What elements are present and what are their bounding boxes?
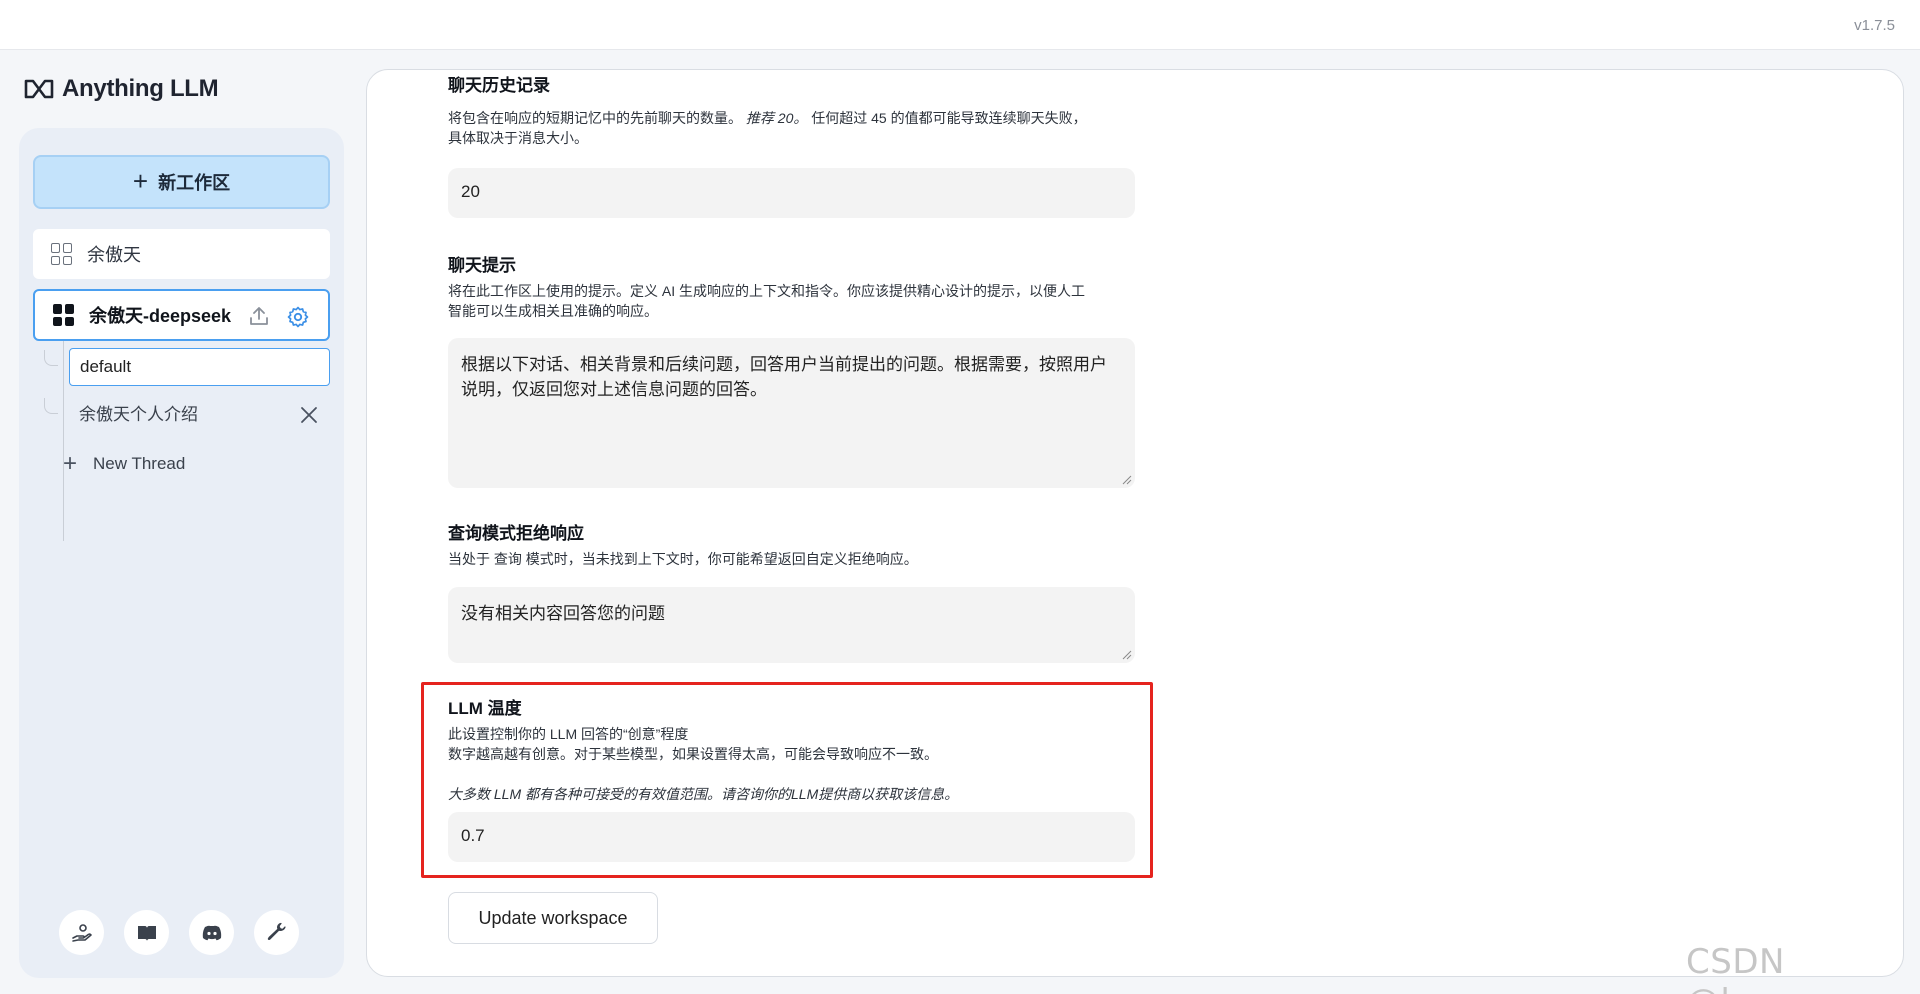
new-workspace-button[interactable]: + 新工作区 (33, 155, 330, 209)
workspace-item[interactable]: 余傲天 (33, 229, 330, 279)
thread-name-input[interactable]: default (69, 348, 330, 386)
workspace-item-active[interactable]: 余傲天-deepseek (33, 289, 330, 341)
thread-tree-branch (44, 398, 58, 414)
community-hub-icon (71, 923, 92, 942)
llm-temperature-note-text: 大多数 LLM 都有各种可接受的有效值范围。请咨询你的LLM提供商以获取该信息。 (448, 786, 959, 802)
plus-icon: + (132, 165, 149, 196)
workspace-grid-icon (51, 243, 73, 265)
chat-prompt-title: 聊天提示 (448, 256, 516, 275)
workspace-name: 余傲天-deepseek (89, 306, 232, 326)
chat-prompt-desc-text: 智能可以生成相关且准确的响应。 (448, 303, 658, 319)
version-label: v1.7.5 (1854, 17, 1895, 34)
gear-icon[interactable] (286, 305, 310, 329)
chat-history-input[interactable]: 20 (448, 168, 1135, 218)
llm-temperature-title: LLM 温度 (448, 699, 522, 718)
resize-handle-icon[interactable] (1122, 475, 1132, 485)
sidebar: + 新工作区 余傲天 余傲天-deepseek default 余傲天个人介绍 … (19, 128, 344, 978)
chat-history-recommend: 推荐 20。 (745, 110, 808, 126)
new-workspace-label: 新工作区 (158, 173, 231, 193)
sidebar-footer (59, 910, 299, 955)
llm-temperature-desc-text: 此设置控制你的 LLM 回答的“创意”程度 (448, 726, 689, 742)
settings-wrench-icon (267, 922, 286, 940)
workspace-grid-icon (53, 304, 75, 326)
top-bar: v1.7.5 (0, 0, 1920, 50)
settings-button[interactable] (254, 910, 299, 955)
workspace-name: 余傲天 (87, 245, 141, 265)
upload-icon[interactable] (248, 305, 270, 327)
chat-history-description: 将包含在响应的短期记忆中的先前聊天的数量。 推荐 20。 任何超过 45 的值都… (448, 108, 1148, 148)
query-refusal-title: 查询模式拒绝响应 (448, 524, 584, 543)
llm-temperature-note: 大多数 LLM 都有各种可接受的有效值范围。请咨询你的LLM提供商以获取该信息。 (448, 784, 1148, 804)
query-refusal-description: 当处于 查询 模式时，当未找到上下文时，你可能希望返回自定义拒绝响应。 (448, 551, 918, 567)
plus-icon: + (63, 450, 78, 477)
new-thread-label: New Thread (93, 454, 186, 473)
docs-book-icon (137, 925, 156, 941)
thread-name: 余傲天个人介绍 (79, 405, 198, 424)
llm-temperature-desc-text: 数字越高越有创意。对于某些模型，如果设置得太高，可能会导致响应不一致。 (448, 746, 938, 762)
resize-handle-icon[interactable] (1122, 650, 1132, 660)
thread-tree-branch (44, 350, 58, 366)
docs-button[interactable] (124, 910, 169, 955)
app-name: Anything LLM (62, 75, 219, 102)
workspace-settings-panel: 聊天历史记录 将包含在响应的短期记忆中的先前聊天的数量。 推荐 20。 任何超过… (366, 69, 1904, 977)
query-refusal-textarea[interactable]: 没有相关内容回答您的问题 (448, 587, 1135, 663)
chat-history-title: 聊天历史记录 (448, 76, 550, 95)
llm-temperature-input[interactable]: 0.7 (448, 812, 1135, 862)
new-thread-button[interactable]: + New Thread (63, 446, 185, 482)
update-workspace-button[interactable]: Update workspace (448, 892, 658, 944)
chat-prompt-desc-text: 将在此工作区上使用的提示。定义 AI 生成响应的上下文和指令。你应该提供精心设计… (448, 283, 1086, 299)
app-logo: Anything LLM (24, 74, 219, 104)
discord-button[interactable] (189, 910, 234, 955)
thread-item[interactable]: 余傲天个人介绍 (69, 396, 330, 434)
watermark: CSDN @kocor (1686, 942, 1815, 994)
chat-history-desc-text: 具体取决于消息大小。 (448, 130, 588, 146)
chat-history-desc-text: 任何超过 45 的值都可能导致连续聊天失败， (811, 110, 1087, 126)
chat-prompt-description: 将在此工作区上使用的提示。定义 AI 生成响应的上下文和指令。你应该提供精心设计… (448, 281, 1148, 321)
close-icon[interactable] (300, 406, 318, 424)
chat-prompt-text: 根据以下对话、相关背景和后续问题，回答用户当前提出的问题。根据需要，按照用户说明… (461, 355, 1107, 399)
discord-icon (202, 925, 221, 940)
community-hub-button[interactable] (59, 910, 104, 955)
query-refusal-text: 没有相关内容回答您的问题 (461, 604, 665, 623)
anything-llm-logo-icon (24, 79, 54, 99)
chat-history-desc-text: 将包含在响应的短期记忆中的先前聊天的数量。 (448, 110, 742, 126)
chat-prompt-textarea[interactable]: 根据以下对话、相关背景和后续问题，回答用户当前提出的问题。根据需要，按照用户说明… (448, 338, 1135, 488)
llm-temperature-description: 此设置控制你的 LLM 回答的“创意”程度 数字越高越有创意。对于某些模型，如果… (448, 724, 1148, 764)
